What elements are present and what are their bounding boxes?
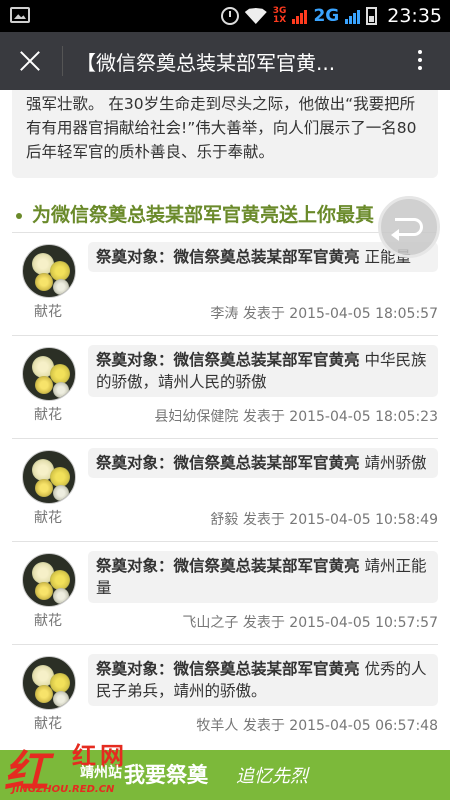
offer-flower-label[interactable]: 献花: [34, 507, 62, 527]
message-bubble: 祭奠对象：微信祭奠总装某部军官黄亮 靖州正能量: [88, 551, 438, 603]
list-item: 献花 祭奠对象：微信祭奠总装某部军官黄亮 靖州正能量 飞山之子 发表于 2015…: [12, 541, 438, 644]
watermark-logo: 红 红网 靖州站 JINGZHOU.RED.CN: [0, 728, 170, 800]
list-item: 献花 祭奠对象：微信祭奠总装某部军官黄亮 靖州骄傲 舒毅 发表于 2015-04…: [12, 438, 438, 541]
footer-slogan: 追忆先烈: [236, 766, 308, 787]
watermark-url: JINGZHOU.RED.CN: [12, 784, 115, 795]
message-target: 祭奠对象：微信祭奠总装某部军官黄亮: [96, 557, 360, 575]
posted-label: 发表于: [242, 718, 285, 734]
alarm-icon: [220, 7, 239, 25]
network-3g-label: 3G 1X: [272, 6, 287, 25]
message-time: 2015-04-05 18:05:57: [289, 306, 438, 322]
section-title: 为微信祭奠总装某部军官黄亮送上你最真: [16, 200, 374, 227]
list-item: 献花 祭奠对象：微信祭奠总装某部军官黄亮 正能量 李涛 发表于 2015-04-…: [12, 232, 438, 335]
return-arrowhead-icon: [391, 229, 399, 241]
flower-avatar-icon[interactable]: [22, 450, 76, 504]
flower-avatar-icon[interactable]: [22, 347, 76, 401]
message-author: 李涛: [210, 306, 239, 322]
message-author: 舒毅: [210, 512, 239, 528]
offer-flower-label[interactable]: 献花: [34, 301, 62, 321]
watermark-station: 靖州站: [80, 765, 122, 781]
message-meta: 舒毅 发表于 2015-04-05 10:58:49: [210, 509, 438, 529]
message-time: 2015-04-05 10:57:57: [289, 615, 438, 631]
gallery-notification-icon: [10, 7, 30, 23]
battery-icon: [366, 7, 378, 25]
message-bubble: 祭奠对象：微信祭奠总装某部军官黄亮 优秀的人民子弟兵，靖州的骄傲。: [88, 654, 438, 706]
status-bar: 3G 1X 2G 23:35: [0, 0, 450, 32]
page-title: 【微信祭奠总装某部军官黄...: [76, 51, 336, 75]
message-target: 祭奠对象：微信祭奠总装某部军官黄亮: [96, 351, 360, 369]
message-target: 祭奠对象：微信祭奠总装某部军官黄亮: [96, 248, 360, 266]
main-content[interactable]: 强军壮歌。 在30岁生命走到尽头之际，他做出“我要把所有有用器官捐献给社会!”伟…: [0, 90, 450, 750]
message-bubble: 祭奠对象：微信祭奠总装某部军官黄亮 中华民族的骄傲，靖州人民的骄傲: [88, 345, 438, 397]
posted-label: 发表于: [242, 409, 285, 425]
more-options-icon[interactable]: [418, 50, 422, 72]
message-list: 献花 祭奠对象：微信祭奠总装某部军官黄亮 正能量 李涛 发表于 2015-04-…: [0, 232, 450, 747]
message-author: 牧羊人: [196, 718, 239, 734]
message-meta: 李涛 发表于 2015-04-05 18:05:57: [210, 303, 438, 323]
section-title-text: 为微信祭奠总装某部军官黄亮送上你最真: [32, 204, 375, 226]
message-target: 祭奠对象：微信祭奠总装某部军官黄亮: [96, 454, 360, 472]
return-arrow-icon: [395, 218, 423, 236]
intro-text: 强军壮歌。 在30岁生命走到尽头之际，他做出“我要把所有有用器官捐献给社会!”伟…: [12, 90, 438, 178]
flower-avatar-icon[interactable]: [22, 656, 76, 710]
message-time: 2015-04-05 06:57:48: [289, 718, 438, 734]
message-meta: 飞山之子 发表于 2015-04-05 10:57:57: [182, 612, 438, 632]
network-2g-label: 2G: [313, 6, 340, 26]
message-meta: 县妇幼保健院 发表于 2015-04-05 18:05:23: [154, 406, 438, 426]
offer-flower-label[interactable]: 献花: [34, 404, 62, 424]
message-bubble: 祭奠对象：微信祭奠总装某部军官黄亮 靖州骄傲: [88, 448, 438, 478]
message-time: 2015-04-05 10:58:49: [289, 512, 438, 528]
message-author: 飞山之子: [182, 615, 239, 631]
message-author: 县妇幼保健院: [154, 409, 239, 425]
clock-time: 23:35: [387, 5, 442, 27]
close-icon[interactable]: [14, 45, 46, 77]
flower-avatar-icon[interactable]: [22, 244, 76, 298]
offer-flower-label[interactable]: 献花: [34, 610, 62, 630]
signal-2-icon: [345, 8, 361, 24]
message-target: 祭奠对象：微信祭奠总装某部军官黄亮: [96, 660, 360, 678]
signal-icon: [292, 8, 308, 24]
posted-label: 发表于: [242, 615, 285, 631]
status-icons: 3G 1X 2G 23:35: [220, 0, 442, 32]
flower-avatar-icon[interactable]: [22, 553, 76, 607]
message-text: 靖州骄傲: [359, 454, 427, 472]
wifi-icon: [244, 8, 267, 24]
title-divider: [62, 46, 63, 76]
message-meta: 牧羊人 发表于 2015-04-05 06:57:48: [196, 715, 438, 735]
title-bar: 【微信祭奠总装某部军官黄...: [0, 32, 450, 90]
posted-label: 发表于: [242, 512, 285, 528]
bullet-icon: [16, 212, 22, 219]
floating-back-button[interactable]: [378, 196, 440, 258]
message-time: 2015-04-05 18:05:23: [289, 409, 438, 425]
list-item: 献花 祭奠对象：微信祭奠总装某部军官黄亮 中华民族的骄傲，靖州人民的骄傲 县妇幼…: [12, 335, 438, 438]
posted-label: 发表于: [242, 306, 285, 322]
